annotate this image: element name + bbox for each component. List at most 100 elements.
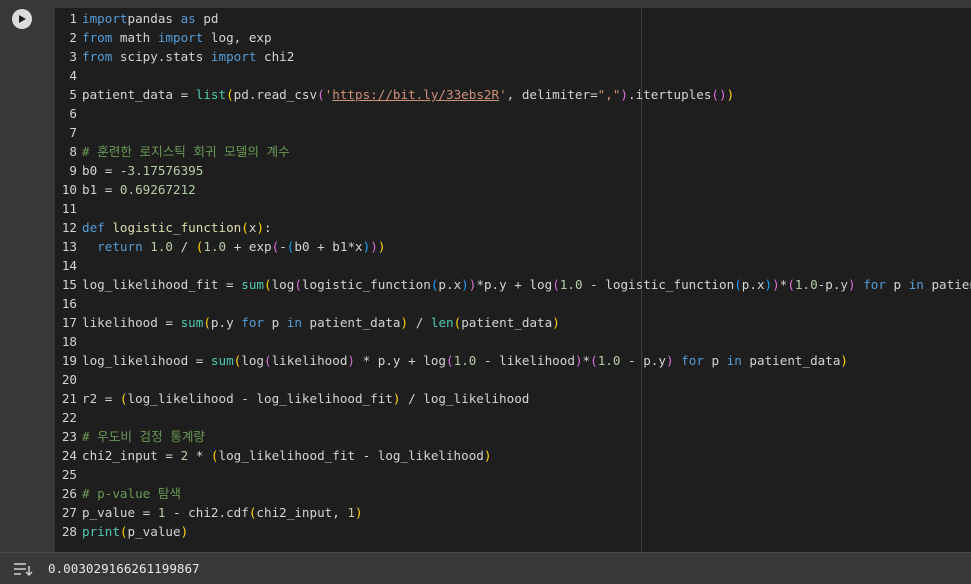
- code-line[interactable]: 1 importpandas as pd: [55, 9, 971, 28]
- code-token: (: [446, 353, 454, 368]
- code-line[interactable]: 19 log_likelihood = sum(log(likelihood) *…: [55, 351, 971, 370]
- code-line[interactable]: 16: [55, 294, 971, 313]
- code-token: (: [119, 524, 128, 539]
- code-token: *p.y + log: [476, 277, 553, 292]
- code-line[interactable]: 3 from scipy.stats import chi2: [55, 47, 971, 66]
- code-token: p: [703, 353, 727, 368]
- line-number: 1: [69, 11, 77, 26]
- code-line[interactable]: 9 b0 = -3.17576395: [55, 161, 971, 180]
- code-token: p.x: [438, 277, 462, 292]
- code-token: (: [119, 391, 128, 406]
- code-token[interactable]: https://bit.ly/33ebs2R: [332, 87, 499, 102]
- code-line[interactable]: 21 r2 = (log_likelihood - log_likelihood_…: [55, 389, 971, 408]
- code-token: b0 = -: [82, 163, 128, 178]
- code-token: p_value: [127, 524, 181, 539]
- code-token: in: [908, 277, 924, 292]
- code-line[interactable]: 18: [55, 332, 971, 351]
- code-line[interactable]: 6: [55, 104, 971, 123]
- code-token: b0 + b1*x: [294, 239, 363, 254]
- code-token: patient_data: [301, 315, 401, 330]
- code-line[interactable]: 11: [55, 199, 971, 218]
- code-token: (: [264, 353, 272, 368]
- line-number: 25: [61, 467, 77, 482]
- line-number: 28: [61, 524, 77, 539]
- code-token: p_value =: [82, 505, 158, 520]
- code-token: *: [582, 353, 591, 368]
- code-line[interactable]: 23 # 우도비 검정 통계량: [55, 427, 971, 446]
- code-token: for: [681, 353, 704, 368]
- code-text: log_likelihood = sum(log(likelihood) * p…: [82, 351, 848, 370]
- code-token: patient_data: [461, 315, 553, 330]
- code-token: log_likelihood_fit - log_likelihood: [218, 448, 484, 463]
- code-token: sum: [210, 353, 234, 368]
- code-token: sum: [241, 277, 264, 292]
- code-token: - p.y: [620, 353, 666, 368]
- code-line[interactable]: 2 from math import log, exp: [55, 28, 971, 47]
- code-token: 1.0: [794, 277, 818, 292]
- code-line[interactable]: 10 b1 = 0.69267212: [55, 180, 971, 199]
- code-text: def logistic_function(x):: [82, 218, 272, 237]
- line-number: 2: [69, 30, 77, 45]
- code-token: (: [552, 277, 560, 292]
- code-line[interactable]: 5 patient_data = list(pd.read_csv('https:…: [55, 85, 971, 104]
- code-line[interactable]: 8 # 훈련한 로지스틱 회귀 모델의 계수: [55, 142, 971, 161]
- code-text: r2 = (log_likelihood - log_likelihood_fi…: [82, 389, 529, 408]
- code-line[interactable]: 4: [55, 66, 971, 85]
- code-token: (: [294, 277, 302, 292]
- code-line[interactable]: 12 def logistic_function(x):: [55, 218, 971, 237]
- code-token: ",": [597, 87, 621, 102]
- line-number: 26: [61, 486, 77, 501]
- code-line[interactable]: 26 # p-value 탐색: [55, 484, 971, 503]
- code-line[interactable]: 15 log_likelihood_fit = sum(log(logistic_…: [55, 275, 971, 294]
- code-token: chi2: [256, 49, 295, 64]
- code-token: - likelihood: [476, 353, 575, 368]
- code-token: + exp: [226, 239, 272, 254]
- code-token: for: [241, 315, 265, 330]
- code-text: # 우도비 검정 통계량: [82, 427, 205, 446]
- code-token: -p.y: [817, 277, 848, 292]
- code-line[interactable]: 20: [55, 370, 971, 389]
- code-token: (: [263, 277, 272, 292]
- code-line[interactable]: 7: [55, 123, 971, 142]
- output-text: 0.003029166261199867: [48, 561, 200, 576]
- code-token: log, exp: [203, 30, 272, 45]
- code-token: # p-value 탐색: [82, 486, 181, 501]
- code-token: ): [726, 87, 735, 102]
- code-token: import: [210, 49, 257, 64]
- code-token: math: [112, 30, 158, 45]
- line-number: 15: [61, 277, 77, 292]
- code-line[interactable]: 24 chi2_input = 2 * (log_likelihood_fit -…: [55, 446, 971, 465]
- code-token: ): [347, 353, 356, 368]
- line-number: 20: [61, 372, 77, 387]
- code-token: import: [82, 11, 128, 26]
- code-token: print: [82, 524, 120, 539]
- code-line[interactable]: 25: [55, 465, 971, 484]
- code-token: for: [863, 277, 886, 292]
- code-token: (: [734, 277, 742, 292]
- run-cell-button[interactable]: [12, 9, 32, 29]
- code-token: len: [430, 315, 454, 330]
- code-token: /: [173, 239, 196, 254]
- line-number: 24: [61, 448, 77, 463]
- line-number: 18: [61, 334, 77, 349]
- code-line[interactable]: 28 print(p_value): [55, 522, 971, 541]
- code-token: chi2_input,: [256, 505, 348, 520]
- code-line[interactable]: 27 p_value = 1 - chi2.cdf(chi2_input, 1): [55, 503, 971, 522]
- code-text: patient_data = list(pd.read_csv('https:/…: [82, 85, 734, 104]
- code-token: - logistic_function: [582, 277, 735, 292]
- code-text: importpandas as pd: [82, 9, 219, 28]
- code-line[interactable]: 17 likelihood = sum(p.y for p in patient_…: [55, 313, 971, 332]
- code-token: log: [271, 277, 295, 292]
- code-token: in: [726, 353, 742, 368]
- code-token: 1.0: [150, 239, 174, 254]
- line-number: 4: [69, 68, 77, 83]
- code-token: p.y: [210, 315, 242, 330]
- output-toggle-icon[interactable]: [12, 561, 34, 577]
- line-number: 6: [69, 106, 77, 121]
- code-line[interactable]: 14: [55, 256, 971, 275]
- code-editor[interactable]: 1 importpandas as pd 2 from math import log…: [55, 8, 971, 552]
- code-line[interactable]: 22: [55, 408, 971, 427]
- code-line[interactable]: 13 return 1.0 / (1.0 + exp(-(b0 + b1*x))…: [55, 237, 971, 256]
- code-token: ): [840, 353, 848, 368]
- code-token: ): [483, 448, 492, 463]
